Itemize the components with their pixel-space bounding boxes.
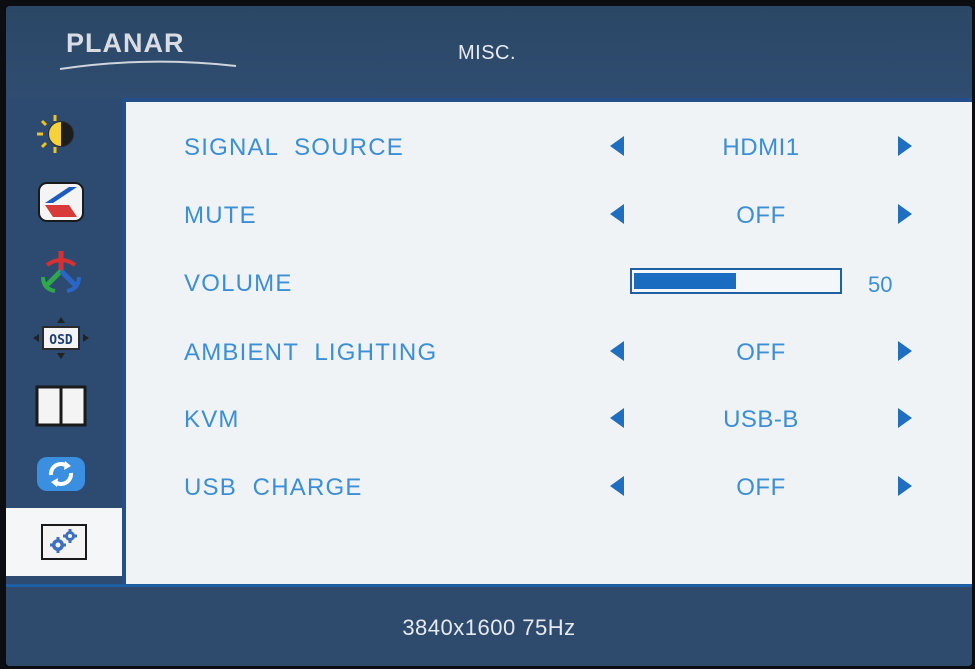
volume-label: VOLUME <box>184 270 293 297</box>
usb-charge-label: USB CHARGE <box>184 474 363 501</box>
sidebar-item-color[interactable] <box>6 236 116 304</box>
left-arrow-icon[interactable] <box>610 341 624 361</box>
right-arrow-icon[interactable] <box>898 476 912 496</box>
volume-slider[interactable] <box>630 268 842 294</box>
logo-swoosh-icon <box>59 60 237 70</box>
resolution-status: 3840x1600 75Hz <box>402 615 576 640</box>
status-bar: 3840x1600 75Hz <box>6 584 972 666</box>
row-volume[interactable]: VOLUME 50 <box>126 262 972 302</box>
sidebar-item-input[interactable] <box>6 168 116 236</box>
ambient-lighting-label: AMBIENT LIGHTING <box>184 339 438 366</box>
row-ambient-lighting[interactable]: AMBIENT LIGHTING OFF <box>126 331 972 371</box>
row-signal-source[interactable]: SIGNAL SOURCE HDMI1 <box>126 126 972 166</box>
sidebar-item-osd[interactable]: OSD <box>6 304 116 372</box>
svg-text:OSD: OSD <box>49 333 73 348</box>
osd-position-icon: OSD <box>33 317 89 359</box>
right-arrow-icon[interactable] <box>898 341 912 361</box>
left-arrow-icon[interactable] <box>610 204 624 224</box>
sidebar-item-reset[interactable] <box>6 440 116 508</box>
pip-layout-icon <box>35 385 87 427</box>
left-arrow-icon[interactable] <box>610 408 624 428</box>
volume-value: 50 <box>868 272 893 297</box>
signal-source-value: HDMI1 <box>722 134 800 161</box>
signal-source-label: SIGNAL SOURCE <box>184 134 404 161</box>
kvm-value: USB-B <box>723 406 799 433</box>
usb-charge-value: OFF <box>736 474 786 501</box>
sidebar-item-misc[interactable] <box>6 508 122 576</box>
sidebar: OSD <box>6 98 122 584</box>
reset-icon <box>37 457 85 491</box>
sidebar-item-picture[interactable] <box>6 100 116 168</box>
mute-label: MUTE <box>184 202 257 229</box>
right-arrow-icon[interactable] <box>898 136 912 156</box>
right-arrow-icon[interactable] <box>898 204 912 224</box>
mute-value: OFF <box>736 202 786 229</box>
kvm-label: KVM <box>184 406 240 433</box>
header: PLANAR MISC. <box>6 6 972 98</box>
volume-slider-fill <box>634 273 736 289</box>
ambient-lighting-value: OFF <box>736 339 786 366</box>
planar-logo: PLANAR <box>66 28 185 58</box>
left-arrow-icon[interactable] <box>610 476 624 496</box>
menu-panel: SIGNAL SOURCE HDMI1 MUTE OFF VOLUME 50 A… <box>122 98 972 584</box>
left-arrow-icon[interactable] <box>610 136 624 156</box>
row-kvm[interactable]: KVM USB-B <box>126 398 972 438</box>
brightness-contrast-icon <box>37 115 74 153</box>
sidebar-item-pip[interactable] <box>6 372 116 440</box>
misc-settings-icon <box>41 524 87 560</box>
row-mute[interactable]: MUTE OFF <box>126 194 972 234</box>
osd-menu: PLANAR MISC. OSD SIGNAL SOURCE HDMI1 MUT… <box>6 6 972 666</box>
row-usb-charge[interactable]: USB CHARGE OFF <box>126 466 972 506</box>
right-arrow-icon[interactable] <box>898 408 912 428</box>
color-icon <box>41 251 81 293</box>
input-source-icon <box>38 182 84 222</box>
menu-title: MISC. <box>458 42 517 64</box>
